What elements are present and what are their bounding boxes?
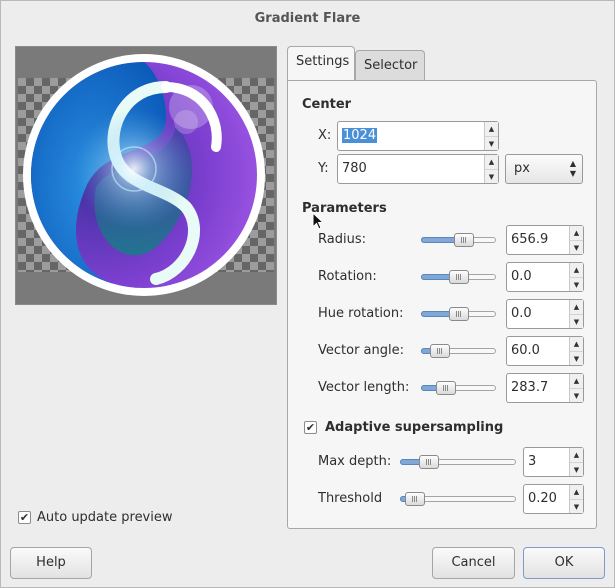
slider-handle[interactable]	[430, 344, 450, 358]
supersampling-slider[interactable]	[400, 455, 516, 469]
increment-icon[interactable]: ▲	[570, 374, 583, 388]
dropdown-arrows-icon: ▲ ▼	[569, 159, 576, 178]
supersampling-spinbutton[interactable]: 3 ▲ ▼	[523, 447, 584, 477]
parameter-value[interactable]: 283.7	[511, 380, 548, 395]
decrement-icon[interactable]: ▼	[570, 240, 583, 254]
auto-update-preview-label[interactable]: Auto update preview	[37, 510, 173, 525]
decrement-icon[interactable]: ▼	[570, 499, 583, 513]
increment-icon[interactable]: ▲	[570, 485, 583, 499]
supersampling-label: Threshold	[318, 491, 383, 506]
slider-handle[interactable]	[454, 233, 474, 247]
preview-image	[23, 54, 265, 296]
parameter-slider[interactable]	[421, 270, 496, 284]
y-decrement-icon[interactable]: ▼	[485, 169, 498, 183]
auto-update-preview-checkbox[interactable]: ✔	[18, 511, 31, 524]
increment-icon[interactable]: ▲	[570, 263, 583, 277]
center-heading: Center	[302, 97, 352, 112]
parameter-label: Vector angle:	[318, 343, 405, 358]
decrement-icon[interactable]: ▼	[570, 462, 583, 476]
y-increment-icon[interactable]: ▲	[485, 155, 498, 169]
supersampling-value[interactable]: 0.20	[528, 491, 557, 506]
increment-icon[interactable]: ▲	[570, 337, 583, 351]
unit-dropdown[interactable]: px ▲ ▼	[505, 154, 583, 184]
parameter-value[interactable]: 0.0	[511, 306, 532, 321]
parameter-spinbutton[interactable]: 0.0 ▲ ▼	[506, 299, 584, 329]
supersampling-value[interactable]: 3	[528, 454, 536, 469]
parameter-slider[interactable]	[421, 307, 496, 321]
increment-icon[interactable]: ▲	[570, 300, 583, 314]
adaptive-supersampling-checkbox[interactable]: ✔	[304, 421, 317, 434]
parameter-slider[interactable]	[421, 344, 496, 358]
decrement-icon[interactable]: ▼	[570, 388, 583, 402]
parameter-label: Hue rotation:	[318, 306, 404, 321]
slider-handle[interactable]	[449, 307, 469, 321]
adaptive-supersampling-label[interactable]: Adaptive supersampling	[325, 420, 503, 435]
y-label: Y:	[318, 161, 329, 176]
parameter-slider[interactable]	[421, 233, 496, 247]
x-label: X:	[318, 128, 332, 143]
mouse-cursor-icon	[312, 212, 324, 230]
slider-handle[interactable]	[419, 455, 439, 469]
x-spinbutton[interactable]: 1024 ▲ ▼	[337, 121, 499, 151]
parameter-value[interactable]: 656.9	[511, 232, 548, 247]
slider-handle[interactable]	[449, 270, 469, 284]
supersampling-spinbutton[interactable]: 0.20 ▲ ▼	[523, 484, 584, 514]
help-button[interactable]: Help	[10, 547, 92, 579]
decrement-icon[interactable]: ▼	[570, 351, 583, 365]
parameter-value[interactable]: 60.0	[511, 343, 540, 358]
supersampling-label: Max depth:	[318, 454, 392, 469]
y-value[interactable]: 780	[342, 161, 367, 176]
preview-area	[15, 46, 277, 305]
x-increment-icon[interactable]: ▲	[485, 122, 498, 136]
parameter-spinbutton[interactable]: 60.0 ▲ ▼	[506, 336, 584, 366]
increment-icon[interactable]: ▲	[570, 448, 583, 462]
parameter-slider[interactable]	[421, 381, 496, 395]
parameter-label: Rotation:	[318, 269, 377, 284]
window-title: Gradient Flare	[254, 11, 361, 26]
parameter-spinbutton[interactable]: 283.7 ▲ ▼	[506, 373, 584, 403]
slider-handle[interactable]	[436, 381, 456, 395]
slider-handle[interactable]	[405, 492, 425, 506]
ok-button[interactable]: OK	[523, 547, 605, 579]
supersampling-slider[interactable]	[400, 492, 516, 506]
parameter-label: Radius:	[318, 232, 366, 247]
increment-icon[interactable]: ▲	[570, 226, 583, 240]
unit-value: px	[514, 161, 530, 176]
tab-settings[interactable]: Settings	[287, 46, 355, 80]
y-spinbutton[interactable]: 780 ▲ ▼	[337, 154, 499, 184]
parameter-spinbutton[interactable]: 0.0 ▲ ▼	[506, 262, 584, 292]
decrement-icon[interactable]: ▼	[570, 314, 583, 328]
x-value[interactable]: 1024	[342, 128, 378, 143]
decrement-icon[interactable]: ▼	[570, 277, 583, 291]
parameter-label: Vector length:	[318, 380, 410, 395]
tab-selector[interactable]: Selector	[355, 50, 425, 82]
parameter-spinbutton[interactable]: 656.9 ▲ ▼	[506, 225, 584, 255]
parameter-value[interactable]: 0.0	[511, 269, 532, 284]
x-decrement-icon[interactable]: ▼	[485, 136, 498, 150]
cancel-button[interactable]: Cancel	[432, 547, 515, 579]
